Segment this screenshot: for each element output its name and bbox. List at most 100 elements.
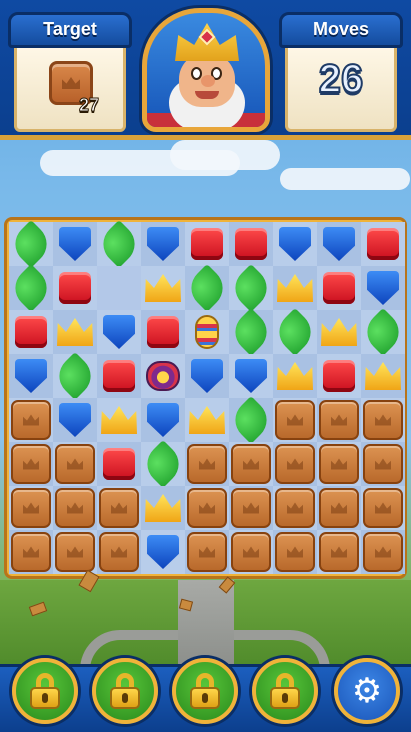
yellow-crown-piece[interactable] <box>277 274 313 302</box>
board-cell[interactable] <box>185 354 229 398</box>
board-cell[interactable] <box>97 266 141 310</box>
wooden-crown-box-obstacle[interactable] <box>187 532 227 572</box>
board-cell[interactable] <box>185 398 229 442</box>
yellow-crown-piece[interactable] <box>145 274 181 302</box>
board-cell[interactable] <box>97 354 141 398</box>
board-cell[interactable] <box>185 486 229 530</box>
wooden-crown-box-obstacle[interactable] <box>231 488 271 528</box>
wooden-crown-box-obstacle[interactable] <box>187 444 227 484</box>
blue-shield-piece[interactable] <box>59 227 91 261</box>
board-cell[interactable] <box>185 310 229 354</box>
wooden-crown-box-obstacle[interactable] <box>319 488 359 528</box>
wooden-crown-box-obstacle[interactable] <box>275 532 315 572</box>
wooden-crown-box-obstacle[interactable] <box>231 444 271 484</box>
wooden-crown-box-obstacle[interactable] <box>11 400 51 440</box>
wooden-crown-box-obstacle[interactable] <box>11 488 51 528</box>
board-cell[interactable] <box>273 398 317 442</box>
wooden-crown-box-obstacle[interactable] <box>363 400 403 440</box>
red-cube-piece[interactable] <box>323 360 355 392</box>
board-cell[interactable] <box>229 486 273 530</box>
board-cell[interactable] <box>9 442 53 486</box>
green-leaf-piece[interactable] <box>226 263 276 313</box>
wooden-crown-box-obstacle[interactable] <box>55 532 95 572</box>
board-cell[interactable] <box>53 530 97 574</box>
board-cell[interactable] <box>53 222 97 266</box>
board-cell[interactable] <box>273 354 317 398</box>
wooden-crown-box-obstacle[interactable] <box>363 444 403 484</box>
green-leaf-piece[interactable] <box>270 307 320 357</box>
blue-shield-piece[interactable] <box>15 359 47 393</box>
green-leaf-piece[interactable] <box>6 263 56 313</box>
red-cube-piece[interactable] <box>323 272 355 304</box>
blue-shield-piece[interactable] <box>191 359 223 393</box>
board-cell[interactable] <box>141 486 185 530</box>
board-cell[interactable] <box>229 442 273 486</box>
blue-shield-piece[interactable] <box>367 271 399 305</box>
green-leaf-piece[interactable] <box>358 307 408 357</box>
green-leaf-piece[interactable] <box>50 351 100 401</box>
locked-booster-button[interactable] <box>252 658 318 724</box>
board-cell[interactable] <box>229 354 273 398</box>
blue-shield-piece[interactable] <box>147 403 179 437</box>
green-leaf-piece[interactable] <box>226 395 276 445</box>
board-cell[interactable] <box>53 266 97 310</box>
yellow-crown-piece[interactable] <box>101 406 137 434</box>
locked-booster-button[interactable] <box>92 658 158 724</box>
green-leaf-piece[interactable] <box>226 307 276 357</box>
green-leaf-piece[interactable] <box>94 219 144 269</box>
board-cell[interactable] <box>9 398 53 442</box>
board-cell[interactable] <box>9 530 53 574</box>
board-cell[interactable] <box>182 263 232 313</box>
wooden-crown-box-obstacle[interactable] <box>275 400 315 440</box>
board-cell[interactable] <box>317 222 361 266</box>
blue-shield-piece[interactable] <box>323 227 355 261</box>
board-cell[interactable] <box>361 530 405 574</box>
board-cell[interactable] <box>273 530 317 574</box>
blue-shield-piece[interactable] <box>103 315 135 349</box>
board-cell[interactable] <box>185 442 229 486</box>
yellow-crown-piece[interactable] <box>189 406 225 434</box>
wooden-crown-box-obstacle[interactable] <box>187 488 227 528</box>
board-cell[interactable] <box>361 398 405 442</box>
board-cell[interactable] <box>185 530 229 574</box>
board-cell[interactable] <box>273 266 317 310</box>
wooden-crown-box-obstacle[interactable] <box>319 400 359 440</box>
yellow-crown-piece[interactable] <box>57 318 93 346</box>
green-leaf-piece[interactable] <box>6 219 56 269</box>
green-leaf-piece[interactable] <box>182 263 232 313</box>
wooden-crown-box-obstacle[interactable] <box>11 532 51 572</box>
blue-shield-piece[interactable] <box>147 227 179 261</box>
board-cell[interactable] <box>50 351 100 401</box>
wooden-crown-box-obstacle[interactable] <box>55 488 95 528</box>
board-cell[interactable] <box>229 530 273 574</box>
green-leaf-piece[interactable] <box>138 439 188 489</box>
board-cell[interactable] <box>53 398 97 442</box>
wooden-crown-box-obstacle[interactable] <box>319 532 359 572</box>
rocket-booster-piece[interactable] <box>195 315 219 349</box>
red-cube-piece[interactable] <box>103 360 135 392</box>
board-cell[interactable] <box>141 398 185 442</box>
board-cell[interactable] <box>273 486 317 530</box>
yellow-crown-piece[interactable] <box>365 362 401 390</box>
board-cell[interactable] <box>317 354 361 398</box>
wooden-crown-box-obstacle[interactable] <box>275 488 315 528</box>
board-cell[interactable] <box>53 310 97 354</box>
board-cell[interactable] <box>9 354 53 398</box>
blue-shield-piece[interactable] <box>59 403 91 437</box>
board-cell[interactable] <box>94 219 144 269</box>
board-cell[interactable] <box>97 310 141 354</box>
board-cell[interactable] <box>141 222 185 266</box>
red-cube-piece[interactable] <box>15 316 47 348</box>
board-cell[interactable] <box>53 486 97 530</box>
wooden-crown-box-obstacle[interactable] <box>55 444 95 484</box>
board-cell[interactable] <box>141 266 185 310</box>
board-cell[interactable] <box>6 263 56 313</box>
board-cell[interactable] <box>358 307 408 357</box>
bomb-booster-piece[interactable] <box>146 361 180 391</box>
board-cell[interactable] <box>6 219 56 269</box>
wooden-crown-box-obstacle[interactable] <box>231 532 271 572</box>
board-cell[interactable] <box>361 266 405 310</box>
board-cell[interactable] <box>226 307 276 357</box>
board-cell[interactable] <box>317 398 361 442</box>
board-cell[interactable] <box>270 307 320 357</box>
